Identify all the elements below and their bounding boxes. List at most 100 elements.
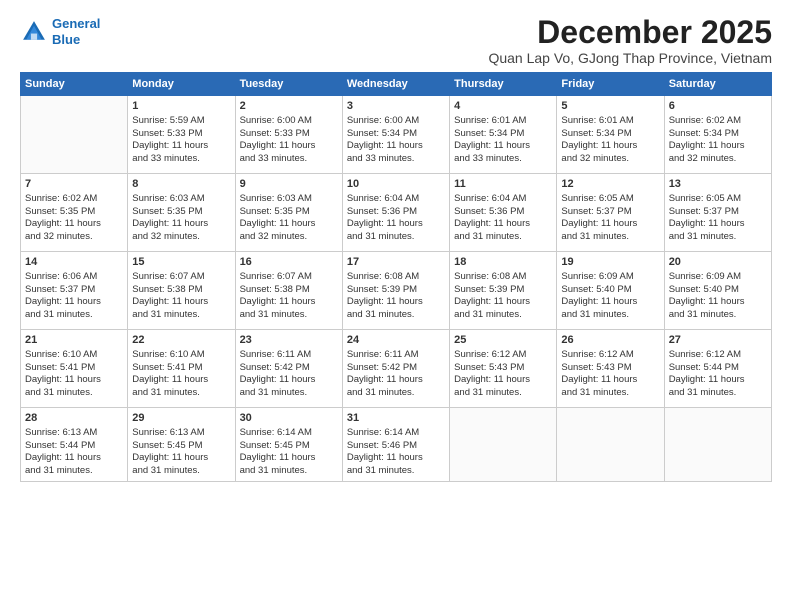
calendar-cell: 7Sunrise: 6:02 AMSunset: 5:35 PMDaylight… <box>21 174 128 252</box>
day-number: 3 <box>347 99 445 114</box>
day-info: and 31 minutes. <box>132 309 230 322</box>
day-number: 28 <box>25 411 123 426</box>
day-info: Sunrise: 6:11 AM <box>347 349 445 362</box>
day-info: Sunrise: 6:03 AM <box>132 193 230 206</box>
day-info: Sunrise: 6:02 AM <box>669 115 767 128</box>
calendar-cell: 2Sunrise: 6:00 AMSunset: 5:33 PMDaylight… <box>235 96 342 174</box>
day-info: and 31 minutes. <box>454 231 552 244</box>
day-info: Sunrise: 6:14 AM <box>240 427 338 440</box>
day-info: Daylight: 11 hours <box>240 374 338 387</box>
day-info: Daylight: 11 hours <box>240 452 338 465</box>
day-number: 24 <box>347 333 445 348</box>
day-info: Daylight: 11 hours <box>669 374 767 387</box>
calendar-header-sunday: Sunday <box>21 73 128 96</box>
day-info: and 32 minutes. <box>669 153 767 166</box>
day-info: Daylight: 11 hours <box>454 218 552 231</box>
day-info: Daylight: 11 hours <box>454 374 552 387</box>
day-info: and 31 minutes. <box>347 309 445 322</box>
calendar-cell: 17Sunrise: 6:08 AMSunset: 5:39 PMDayligh… <box>342 252 449 330</box>
day-info: Sunrise: 5:59 AM <box>132 115 230 128</box>
day-info: and 31 minutes. <box>25 387 123 400</box>
day-number: 23 <box>240 333 338 348</box>
day-info: Sunset: 5:34 PM <box>561 128 659 141</box>
calendar-header-thursday: Thursday <box>450 73 557 96</box>
day-info: and 31 minutes. <box>347 231 445 244</box>
day-info: and 33 minutes. <box>132 153 230 166</box>
calendar-cell <box>664 408 771 482</box>
calendar-cell: 6Sunrise: 6:02 AMSunset: 5:34 PMDaylight… <box>664 96 771 174</box>
day-info: and 31 minutes. <box>669 309 767 322</box>
day-info: Sunrise: 6:03 AM <box>240 193 338 206</box>
day-info: Daylight: 11 hours <box>561 296 659 309</box>
calendar-cell: 12Sunrise: 6:05 AMSunset: 5:37 PMDayligh… <box>557 174 664 252</box>
calendar-cell: 9Sunrise: 6:03 AMSunset: 5:35 PMDaylight… <box>235 174 342 252</box>
day-info: Sunrise: 6:08 AM <box>454 271 552 284</box>
day-info: and 31 minutes. <box>240 465 338 478</box>
day-info: Daylight: 11 hours <box>347 218 445 231</box>
day-info: Sunset: 5:44 PM <box>25 440 123 453</box>
calendar-cell <box>450 408 557 482</box>
day-info: Sunset: 5:34 PM <box>454 128 552 141</box>
page: General Blue December 2025 Quan Lap Vo, … <box>0 0 792 612</box>
calendar-cell: 28Sunrise: 6:13 AMSunset: 5:44 PMDayligh… <box>21 408 128 482</box>
day-number: 25 <box>454 333 552 348</box>
day-info: Sunrise: 6:09 AM <box>669 271 767 284</box>
day-number: 11 <box>454 177 552 192</box>
day-number: 26 <box>561 333 659 348</box>
day-info: Sunset: 5:34 PM <box>669 128 767 141</box>
day-info: Sunrise: 6:00 AM <box>347 115 445 128</box>
calendar-cell: 30Sunrise: 6:14 AMSunset: 5:45 PMDayligh… <box>235 408 342 482</box>
day-info: Daylight: 11 hours <box>561 374 659 387</box>
day-info: Daylight: 11 hours <box>240 140 338 153</box>
day-info: Sunrise: 6:07 AM <box>132 271 230 284</box>
day-number: 12 <box>561 177 659 192</box>
day-info: Daylight: 11 hours <box>347 452 445 465</box>
calendar-cell: 18Sunrise: 6:08 AMSunset: 5:39 PMDayligh… <box>450 252 557 330</box>
day-info: Sunrise: 6:12 AM <box>561 349 659 362</box>
calendar-cell: 21Sunrise: 6:10 AMSunset: 5:41 PMDayligh… <box>21 330 128 408</box>
day-info: Sunrise: 6:10 AM <box>25 349 123 362</box>
day-number: 20 <box>669 255 767 270</box>
calendar-cell: 24Sunrise: 6:11 AMSunset: 5:42 PMDayligh… <box>342 330 449 408</box>
logo-icon <box>20 18 48 46</box>
day-info: and 33 minutes. <box>454 153 552 166</box>
title-block: December 2025 Quan Lap Vo, GJong Thap Pr… <box>488 16 772 66</box>
day-info: Sunset: 5:45 PM <box>132 440 230 453</box>
day-number: 30 <box>240 411 338 426</box>
day-info: Sunrise: 6:02 AM <box>25 193 123 206</box>
calendar-cell: 8Sunrise: 6:03 AMSunset: 5:35 PMDaylight… <box>128 174 235 252</box>
day-info: and 31 minutes. <box>561 387 659 400</box>
calendar-cell: 3Sunrise: 6:00 AMSunset: 5:34 PMDaylight… <box>342 96 449 174</box>
calendar-header-friday: Friday <box>557 73 664 96</box>
day-info: and 31 minutes. <box>240 387 338 400</box>
day-number: 2 <box>240 99 338 114</box>
calendar-week-row: 21Sunrise: 6:10 AMSunset: 5:41 PMDayligh… <box>21 330 772 408</box>
calendar-week-row: 7Sunrise: 6:02 AMSunset: 5:35 PMDaylight… <box>21 174 772 252</box>
day-info: and 31 minutes. <box>669 387 767 400</box>
day-number: 15 <box>132 255 230 270</box>
calendar-cell: 22Sunrise: 6:10 AMSunset: 5:41 PMDayligh… <box>128 330 235 408</box>
day-number: 29 <box>132 411 230 426</box>
calendar-cell: 1Sunrise: 5:59 AMSunset: 5:33 PMDaylight… <box>128 96 235 174</box>
logo-text: General Blue <box>52 16 100 47</box>
day-info: Sunrise: 6:13 AM <box>132 427 230 440</box>
day-number: 16 <box>240 255 338 270</box>
calendar-header-tuesday: Tuesday <box>235 73 342 96</box>
day-info: Sunset: 5:46 PM <box>347 440 445 453</box>
day-info: and 32 minutes. <box>132 231 230 244</box>
calendar-cell: 4Sunrise: 6:01 AMSunset: 5:34 PMDaylight… <box>450 96 557 174</box>
day-info: Sunset: 5:35 PM <box>240 206 338 219</box>
day-number: 31 <box>347 411 445 426</box>
day-info: Sunrise: 6:08 AM <box>347 271 445 284</box>
day-info: and 31 minutes. <box>25 309 123 322</box>
day-info: Sunrise: 6:05 AM <box>669 193 767 206</box>
day-info: Sunset: 5:40 PM <box>561 284 659 297</box>
calendar-cell: 14Sunrise: 6:06 AMSunset: 5:37 PMDayligh… <box>21 252 128 330</box>
calendar-cell: 16Sunrise: 6:07 AMSunset: 5:38 PMDayligh… <box>235 252 342 330</box>
day-info: Sunset: 5:33 PM <box>240 128 338 141</box>
day-info: Sunset: 5:39 PM <box>347 284 445 297</box>
calendar-cell: 11Sunrise: 6:04 AMSunset: 5:36 PMDayligh… <box>450 174 557 252</box>
day-info: Sunset: 5:34 PM <box>347 128 445 141</box>
calendar-cell: 27Sunrise: 6:12 AMSunset: 5:44 PMDayligh… <box>664 330 771 408</box>
calendar-week-row: 1Sunrise: 5:59 AMSunset: 5:33 PMDaylight… <box>21 96 772 174</box>
